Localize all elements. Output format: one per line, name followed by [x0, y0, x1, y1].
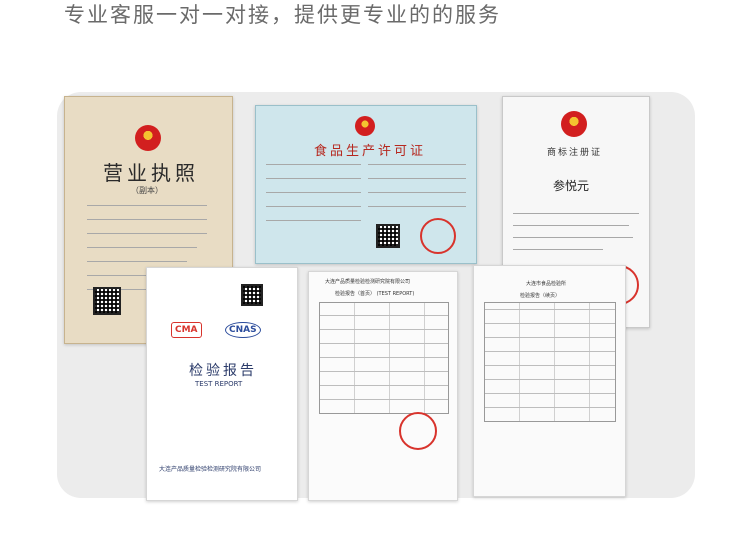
report-page-1-subtitle: 检验报告（首页） (TEST REPORT) [335, 291, 415, 297]
trademark-title: 商标注册证 [547, 148, 603, 158]
test-report-page-1: 大连产品质量检验检测研究院有限公司 检验报告（首页） (TEST REPORT) [308, 271, 458, 501]
national-emblem-icon [561, 111, 587, 137]
report-page-1-header: 大连产品质量检验检测研究院有限公司 [325, 279, 411, 285]
page-headline: 专业客服一对一对接，提供更专业的的服务 [64, 3, 501, 27]
qr-code-icon [376, 224, 400, 248]
test-report-page-2: 大连市食品检验所 检验报告（续页） [473, 265, 626, 497]
official-seal-icon [399, 412, 437, 450]
test-report-institute: 大连产品质量检验检测研究院有限公司 [159, 466, 262, 473]
report-table [484, 302, 616, 422]
report-page-2-subtitle: 检验报告（续页） [520, 293, 561, 299]
test-report-cover: CMA CNAS 检验报告 TEST REPORT 大连产品质量检验检测研究院有… [146, 267, 298, 501]
national-emblem-icon [135, 125, 161, 151]
cma-logo: CMA [171, 322, 202, 338]
business-license-copy-label: （副本） [131, 186, 163, 195]
report-table [319, 302, 449, 414]
national-emblem-icon [355, 116, 375, 136]
qr-code-icon [241, 284, 263, 306]
food-license-title: 食品生产许可证 [314, 144, 427, 159]
official-seal-icon [420, 218, 456, 254]
report-page-2-header: 大连市食品检验所 [526, 281, 567, 287]
business-license-title: 营业执照 [103, 161, 199, 185]
cnas-logo: CNAS [225, 322, 261, 338]
qr-code-icon [93, 287, 121, 315]
food-production-license: 食品生产许可证 [255, 105, 477, 264]
trademark-mark: 参悦元 [553, 179, 590, 193]
test-report-title: 检验报告 [189, 363, 257, 379]
test-report-title-en: TEST REPORT [195, 380, 243, 388]
